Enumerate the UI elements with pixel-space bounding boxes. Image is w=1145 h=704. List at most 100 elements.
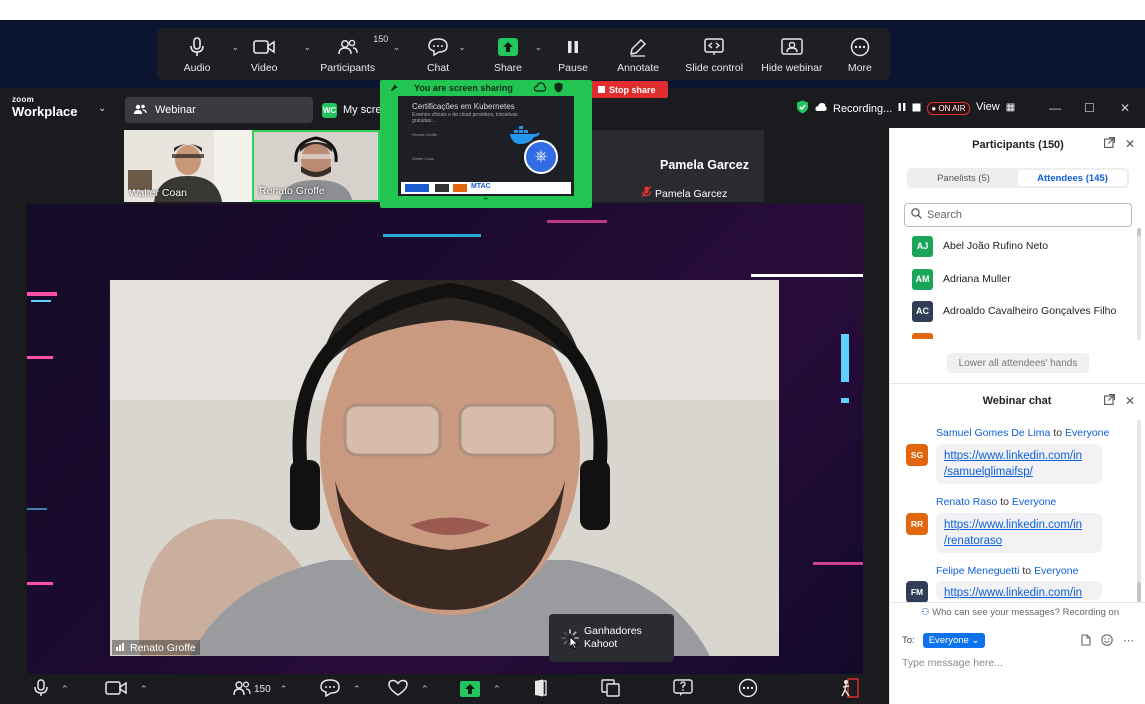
share-label: Share xyxy=(493,61,522,74)
minimize-icon[interactable]: — xyxy=(1049,101,1061,115)
message-recipient[interactable]: Everyone xyxy=(1034,565,1078,577)
share-button[interactable]: Share ⌄ xyxy=(480,28,542,80)
message-recipient[interactable]: Everyone xyxy=(1065,427,1109,439)
more-horizontal-icon[interactable]: ⋯ xyxy=(1123,634,1134,649)
main-speaker-video[interactable] xyxy=(110,280,779,656)
tab-my-screen[interactable]: WC My scree xyxy=(322,100,388,120)
chat-visibility-notice[interactable]: ⚇ Who can see your messages? Recording o… xyxy=(921,607,1119,618)
my-screen-badge: WC xyxy=(322,102,337,118)
attendee-row[interactable]: AC Adroaldo Cavalheiro Gonçalves Filho xyxy=(912,300,1116,322)
zoom-logo: zoom Workplace xyxy=(12,95,78,119)
pop-out-icon[interactable] xyxy=(1103,394,1115,408)
maximize-icon[interactable]: ☐ xyxy=(1084,101,1095,115)
pause-button[interactable]: Pause xyxy=(536,28,610,80)
leave-door-button[interactable] xyxy=(534,674,548,704)
search-input[interactable]: Search xyxy=(904,203,1132,227)
video-button[interactable]: Video ⌄ xyxy=(229,28,311,80)
participants-button[interactable]: Participants 150 ⌄ xyxy=(299,28,400,80)
chat-scrollbar-track[interactable] xyxy=(1137,420,1141,602)
annotate-button[interactable]: Annotate xyxy=(610,28,666,80)
avatar: RR xyxy=(906,513,928,535)
message-sender[interactable]: Renato Raso xyxy=(936,496,997,508)
chevron-down-icon[interactable]: ⌄ xyxy=(458,42,466,53)
chat-scrollbar-thumb[interactable] xyxy=(1137,582,1141,602)
chevron-up-icon[interactable]: ⌃ xyxy=(140,684,148,695)
message-link[interactable]: /renatoraso xyxy=(944,533,1094,549)
logo-small-text: zoom xyxy=(12,95,35,104)
qa-button[interactable] xyxy=(673,674,693,704)
chevron-up-icon[interactable]: ⌃ xyxy=(493,684,501,695)
message-link[interactable]: https://www.linkedin.com/in xyxy=(944,448,1094,464)
reactions-button[interactable]: ⌃ xyxy=(388,674,429,704)
screen-share-preview[interactable]: You are screen sharing Certificações em … xyxy=(380,80,592,208)
message-recipient[interactable]: Everyone xyxy=(1012,496,1056,508)
video-toggle-button[interactable]: ⌃ xyxy=(105,674,148,704)
share-screen-button[interactable]: ⌃ xyxy=(460,674,501,704)
leave-button[interactable] xyxy=(840,674,860,704)
attendee-name: Abel João Rufino Neto xyxy=(943,240,1049,252)
tab-panelists[interactable]: Panelists (5) xyxy=(909,170,1018,186)
avatar: AJ xyxy=(912,235,933,257)
logo-badge-icon xyxy=(453,184,467,192)
chevron-down-icon: ⌄ xyxy=(971,635,980,646)
slide-title: Certificações em Kubernetes xyxy=(412,102,515,111)
participants-count: 150 xyxy=(254,683,271,695)
close-icon[interactable]: ✕ xyxy=(1120,101,1130,115)
chevron-up-icon[interactable]: ⌃ xyxy=(280,684,288,695)
chat-button[interactable]: Chat ⌄ xyxy=(396,28,480,80)
message-bubble[interactable]: https://www.linkedin.com/in xyxy=(936,581,1102,600)
apps-button[interactable] xyxy=(601,674,621,704)
message-header: Renato Raso to Everyone xyxy=(936,496,1056,508)
pause-recording-icon[interactable] xyxy=(898,102,906,115)
attendee-row[interactable]: AM Adriana Muller xyxy=(912,268,1011,290)
message-bubble[interactable]: https://www.linkedin.com/in /samuelglima… xyxy=(936,444,1102,484)
attendee-scrollbar-track[interactable] xyxy=(1137,228,1141,340)
participants-toggle-button[interactable]: 150 ⌃ xyxy=(233,674,287,704)
panel-divider xyxy=(889,383,1145,384)
recipient-dropdown[interactable]: Everyone ⌄ xyxy=(922,633,986,648)
tab-webinar[interactable]: Webinar xyxy=(125,97,313,123)
more-button[interactable]: More xyxy=(830,28,890,80)
more-dots-icon xyxy=(850,35,870,59)
recording-status[interactable]: Recording... ● ON AIR xyxy=(796,100,970,117)
message-link[interactable]: https://www.linkedin.com/in xyxy=(944,585,1094,600)
lower-all-hands-button[interactable]: Lower all attendees' hands xyxy=(947,353,1089,373)
pin-icon[interactable] xyxy=(390,82,400,94)
message-sender[interactable]: Felipe Meneguetti xyxy=(936,565,1019,577)
file-icon[interactable] xyxy=(1081,634,1091,649)
more-options-button[interactable] xyxy=(738,674,758,704)
message-sender[interactable]: Samuel Gomes De Lima xyxy=(936,427,1050,439)
close-icon[interactable]: ✕ xyxy=(1125,394,1135,408)
avatar: FM xyxy=(906,581,928,603)
close-icon[interactable]: ✕ xyxy=(1125,137,1135,151)
mute-button[interactable]: ⌃ xyxy=(34,674,69,704)
view-button[interactable]: View ▦ xyxy=(976,101,1015,113)
message-header: Felipe Meneguetti to Everyone xyxy=(936,565,1078,577)
audio-button[interactable]: Audio ⌄ xyxy=(167,28,239,80)
video-tile-active-speaker[interactable]: Renato Groffe xyxy=(252,130,380,202)
chevron-up-icon[interactable]: ⌃ xyxy=(421,684,429,695)
chevron-down-icon[interactable]: ⌄ xyxy=(98,103,106,114)
pop-out-icon[interactable] xyxy=(1103,137,1115,151)
slide-presenter-2: Walter Coan xyxy=(412,156,435,161)
chevron-up-icon[interactable]: ⌃ xyxy=(353,684,361,695)
chat-toggle-button[interactable]: ⌃ xyxy=(320,674,361,704)
message-bubble[interactable]: https://www.linkedin.com/in /renatoraso xyxy=(936,513,1102,553)
video-tile[interactable]: Walter Coan xyxy=(124,130,252,202)
message-link[interactable]: https://www.linkedin.com/in xyxy=(944,517,1094,533)
emoji-icon[interactable] xyxy=(1101,634,1113,649)
message-input[interactable]: Type message here... xyxy=(902,657,1003,669)
slide-control-button[interactable]: Slide control xyxy=(676,28,752,80)
message-link[interactable]: /samuelglimaifsp/ xyxy=(944,464,1094,480)
leave-exit-icon xyxy=(840,677,860,701)
stop-share-button[interactable]: Stop share xyxy=(592,81,668,98)
muted-mic-icon xyxy=(641,185,652,201)
attendee-scrollbar-thumb[interactable] xyxy=(1137,228,1141,236)
chevron-up-icon[interactable]: ⌃ xyxy=(482,196,490,207)
tile-name: Walter Coan xyxy=(129,187,187,199)
stop-recording-icon[interactable] xyxy=(912,103,921,115)
hide-webinar-button[interactable]: Hide webinar xyxy=(754,28,830,80)
tab-attendees[interactable]: Attendees (145) xyxy=(1018,170,1127,186)
chevron-up-icon[interactable]: ⌃ xyxy=(61,684,69,695)
attendee-row[interactable]: AJ Abel João Rufino Neto xyxy=(912,235,1048,257)
